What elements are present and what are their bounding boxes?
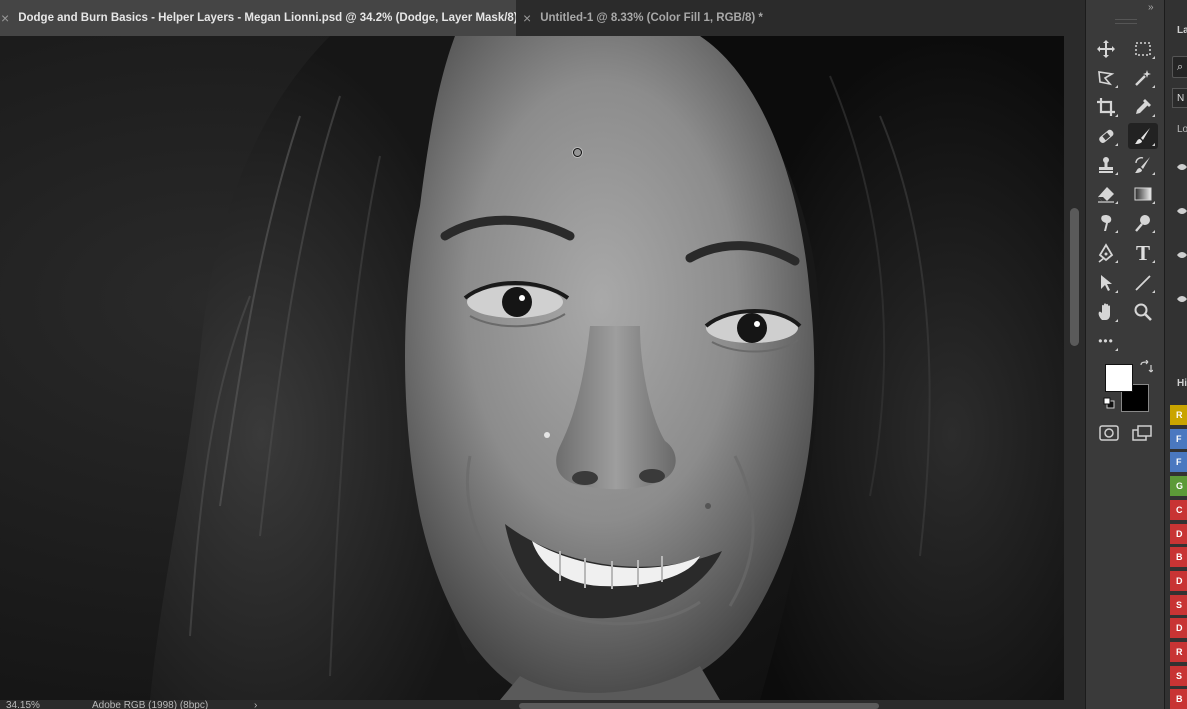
move-icon [1097, 40, 1115, 58]
history-row[interactable]: B [1170, 689, 1187, 709]
quick-mask-button[interactable] [1096, 420, 1122, 446]
history-brush-icon [1135, 157, 1150, 173]
vertical-scrollbar-thumb[interactable] [1070, 208, 1079, 346]
close-tab-icon[interactable]: × [523, 10, 531, 26]
edit-toolbar[interactable]: ••• [1091, 328, 1121, 354]
eye-icon[interactable] [1177, 207, 1187, 215]
brush-tool[interactable] [1128, 123, 1158, 149]
horizontal-scrollbar-thumb[interactable] [519, 703, 879, 709]
path-selection-tool[interactable] [1091, 270, 1121, 296]
history-row[interactable]: S [1170, 665, 1187, 686]
history-row[interactable]: D [1170, 618, 1187, 639]
quick-mask-icon [1099, 425, 1119, 441]
blend-mode-select[interactable]: N [1172, 88, 1187, 108]
close-tab-icon[interactable]: × [1, 10, 9, 26]
document-canvas[interactable] [0, 36, 1064, 700]
foreground-color-swatch[interactable] [1105, 364, 1133, 392]
swap-colors-icon[interactable] [1139, 360, 1153, 374]
document-tab-bar: × Dodge and Burn Basics - Helper Layers … [0, 0, 1085, 37]
line-tool[interactable] [1128, 270, 1158, 296]
status-menu-arrow[interactable]: › [254, 700, 257, 709]
stamp-icon [1099, 157, 1113, 173]
history-row[interactable]: R [1170, 642, 1187, 662]
pen-icon [1098, 243, 1114, 263]
document-tab-untitled-1[interactable]: × Untitled-1 @ 8.33% (Color Fill 1, RGB/… [517, 0, 817, 36]
smudge-icon [1101, 214, 1112, 231]
document-profile: Adobe RGB (1998) (8bpc) [92, 700, 209, 709]
brush-cursor [573, 148, 582, 157]
history-row[interactable]: B [1170, 547, 1187, 568]
status-bar: 34.15% Adobe RGB (1998) (8bpc) › [0, 700, 1085, 709]
tools-panel: » T ••• [1085, 0, 1165, 709]
smudge-tool[interactable] [1091, 210, 1121, 236]
eraser-tool[interactable] [1091, 181, 1121, 207]
lasso-icon [1098, 71, 1115, 86]
magic-wand-tool[interactable] [1128, 65, 1158, 91]
marquee-icon [1135, 42, 1151, 56]
zoom-tool[interactable] [1128, 299, 1158, 325]
gradient-tool[interactable] [1128, 181, 1158, 207]
layers-panel: La ⌕ N Lo Hi RFFGCDBDSDRSB [1165, 0, 1187, 709]
lock-label: Lo [1177, 124, 1187, 135]
collapse-panel-icon[interactable]: » [1148, 2, 1154, 13]
eyedropper-icon [1136, 99, 1151, 114]
document-tab-title: Dodge and Burn Basics - Helper Layers - … [18, 12, 516, 24]
eye-icon[interactable] [1177, 163, 1187, 171]
eraser-icon [1098, 187, 1114, 203]
crop-tool[interactable] [1091, 94, 1121, 120]
history-panel-tab[interactable]: Hi [1177, 378, 1187, 389]
eye-icon[interactable] [1177, 251, 1187, 259]
document-tab-title: Untitled-1 @ 8.33% (Color Fill 1, RGB/8)… [540, 12, 763, 24]
pen-tool[interactable] [1091, 240, 1121, 266]
type-icon: T [1135, 240, 1150, 265]
zoom-level[interactable]: 34.15% [6, 700, 40, 709]
move-tool[interactable] [1091, 36, 1121, 62]
history-row[interactable]: C [1170, 499, 1187, 520]
type-tool[interactable]: T [1128, 240, 1158, 266]
hand-icon [1098, 303, 1110, 320]
clone-stamp-tool[interactable] [1091, 152, 1121, 178]
panel-grip[interactable] [1115, 19, 1137, 24]
rectangular-marquee-tool[interactable] [1128, 36, 1158, 62]
default-colors-icon[interactable] [1103, 397, 1115, 409]
bandage-icon [1099, 129, 1114, 143]
healing-brush-tool[interactable] [1091, 123, 1121, 149]
crop-icon [1097, 98, 1115, 116]
history-row[interactable]: R [1170, 405, 1187, 425]
dodge-icon [1135, 215, 1150, 232]
arrow-cursor-icon [1101, 275, 1112, 291]
ellipsis-icon: ••• [1098, 334, 1114, 348]
history-row[interactable]: G [1170, 476, 1187, 497]
vertical-scrollbar[interactable] [1064, 36, 1085, 700]
magic-wand-icon [1135, 70, 1151, 86]
eyedropper-tool[interactable] [1128, 94, 1158, 120]
gradient-icon [1134, 187, 1152, 201]
history-row[interactable]: D [1170, 523, 1187, 544]
line-icon [1135, 275, 1151, 291]
dodge-tool[interactable] [1128, 210, 1158, 236]
history-row[interactable]: S [1170, 594, 1187, 615]
hand-tool[interactable] [1091, 299, 1121, 325]
screen-mode-button[interactable] [1128, 420, 1158, 446]
history-row[interactable]: F [1170, 452, 1187, 473]
history-row[interactable]: F [1170, 428, 1187, 449]
magnifier-icon [1134, 303, 1152, 321]
layers-panel-tab[interactable]: La [1177, 25, 1187, 36]
brush-icon [1135, 128, 1150, 144]
screen-mode-icon [1132, 425, 1152, 441]
document-tab-dodge-and-burn[interactable]: × Dodge and Burn Basics - Helper Layers … [0, 0, 516, 36]
lasso-tool[interactable] [1091, 65, 1121, 91]
portrait-photo [0, 36, 1064, 700]
history-brush-tool[interactable] [1128, 152, 1158, 178]
history-row[interactable]: D [1170, 570, 1187, 591]
eye-icon[interactable] [1177, 295, 1187, 303]
layer-filter-search[interactable]: ⌕ [1172, 56, 1187, 78]
